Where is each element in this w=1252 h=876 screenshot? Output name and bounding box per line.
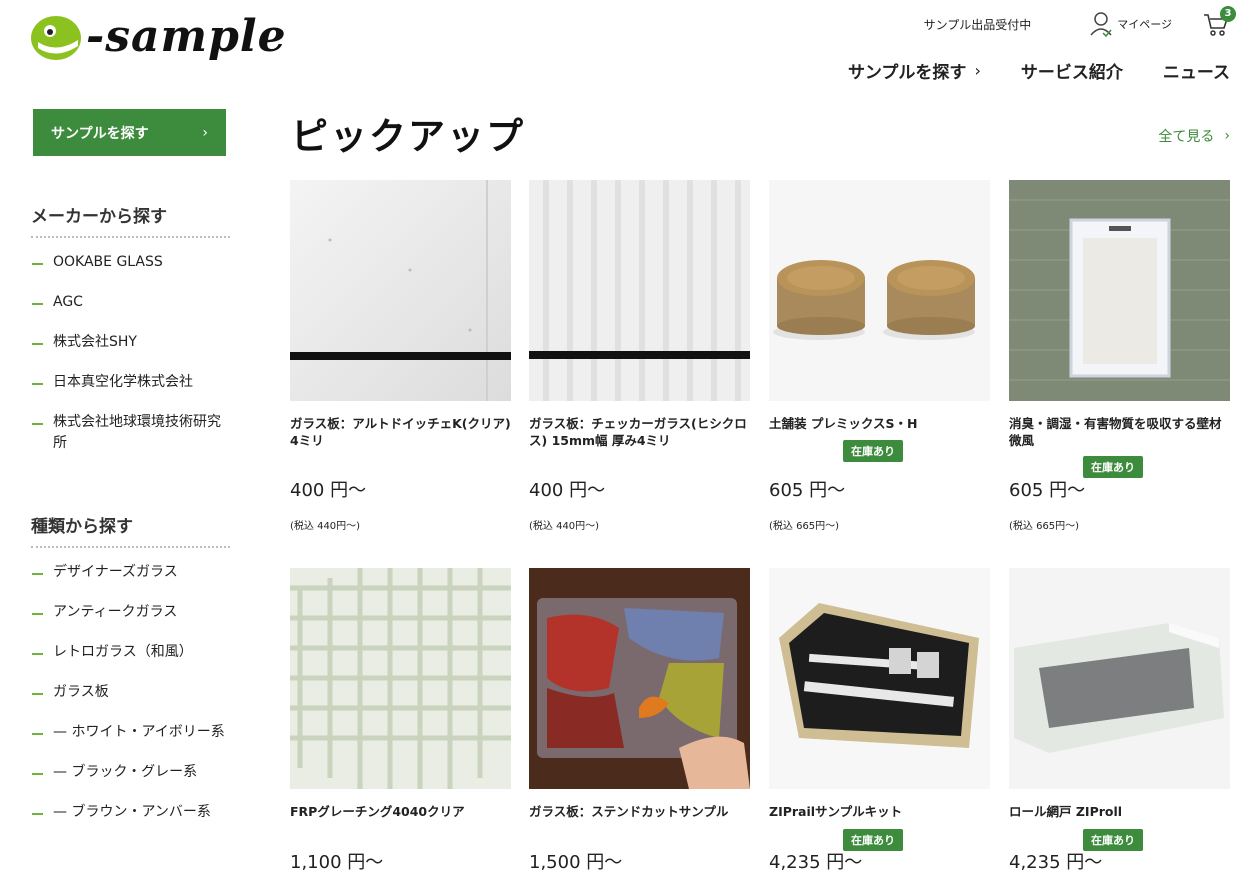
product-name[interactable]: ガラス板：アルトドイッチェK(クリア) 4ミリ bbox=[290, 415, 511, 449]
product-tax-price: (税込 440円〜) bbox=[529, 521, 600, 532]
product-price: 1,500 円〜 bbox=[529, 852, 623, 873]
product-tax-price: (税込 665円〜) bbox=[1009, 521, 1080, 532]
type-list: デザイナーズガラス アンティークガラス レトロガラス（和風） ガラス板 — ホワ… bbox=[31, 562, 230, 823]
mypage-link[interactable]: マイページ bbox=[1089, 11, 1172, 37]
chevron-right-icon: › bbox=[202, 124, 208, 141]
product-price: 400 円〜 bbox=[529, 480, 606, 501]
type-heading: 種類から探す bbox=[31, 512, 230, 548]
type-section: 種類から探す デザイナーズガラス アンティークガラス レトロガラス（和風） ガラ… bbox=[31, 512, 230, 842]
page-title: ピックアップ bbox=[291, 115, 525, 158]
type-item[interactable]: — ブラウン・アンバー系 bbox=[31, 802, 230, 823]
see-all-link[interactable]: 全て見る › bbox=[1158, 126, 1230, 146]
nav-news[interactable]: ニュース bbox=[1163, 58, 1230, 83]
maker-list: OOKABE GLASS AGC 株式会社SHY 日本真空化学株式会社 株式会社… bbox=[31, 252, 230, 454]
product-price: 1,100 円〜 bbox=[290, 852, 384, 873]
product-name[interactable]: FRPグレーチング4040クリア bbox=[290, 803, 511, 837]
sidebar-find-samples-button[interactable]: サンプルを探す › bbox=[33, 109, 226, 156]
cart-button[interactable]: 3 bbox=[1202, 6, 1236, 38]
product-tax-price: (税込 440円〜) bbox=[290, 521, 361, 532]
product-name[interactable]: 消臭・調湿・有害物質を吸収する壁材 微風 bbox=[1009, 415, 1230, 449]
nav-news-label: ニュース bbox=[1162, 63, 1230, 83]
sidebar-button-label: サンプルを探す bbox=[51, 125, 149, 142]
nav-find-samples-label: サンプルを探す bbox=[847, 63, 967, 83]
product-card[interactable]: ガラス板：ステンドカットサンプル 1,500 円〜 bbox=[529, 568, 750, 873]
product-image[interactable] bbox=[1009, 180, 1230, 401]
product-card[interactable]: 土舗装 プレミックスS・H 在庫あり 605 円〜 (税込 665円〜) bbox=[769, 180, 990, 532]
product-image[interactable] bbox=[769, 568, 990, 789]
site-logo[interactable]: -sample bbox=[30, 12, 287, 62]
product-tax-price: (税込 665円〜) bbox=[769, 521, 840, 532]
maker-item[interactable]: 日本真空化学株式会社 bbox=[31, 372, 230, 393]
maker-heading: メーカーから探す bbox=[31, 202, 230, 238]
header-utility: サンプル出品受付中 マイページ 3 bbox=[924, 6, 1236, 38]
product-price: 605 円〜 bbox=[769, 480, 846, 501]
product-image[interactable] bbox=[529, 568, 750, 789]
product-card[interactable]: ガラス板：アルトドイッチェK(クリア) 4ミリ 400 円〜 (税込 440円〜… bbox=[290, 180, 511, 532]
product-price: 400 円〜 bbox=[290, 480, 367, 501]
product-image[interactable] bbox=[1009, 568, 1230, 789]
product-card[interactable]: FRPグレーチング4040クリア 1,100 円〜 bbox=[290, 568, 511, 873]
see-all-label: 全て見る bbox=[1158, 129, 1215, 145]
type-item[interactable]: — ブラック・グレー系 bbox=[31, 762, 230, 783]
sample-accept-link[interactable]: サンプル出品受付中 bbox=[924, 16, 1032, 33]
product-price: 605 円〜 bbox=[1009, 480, 1086, 501]
type-item[interactable]: ガラス板 bbox=[31, 682, 230, 703]
maker-item[interactable]: 株式会社SHY bbox=[31, 332, 230, 353]
product-card[interactable]: ロール網戸 ZIProll 在庫あり 4,235 円〜 bbox=[1009, 568, 1230, 873]
product-card[interactable]: 消臭・調湿・有害物質を吸収する壁材 微風 在庫あり 605 円〜 (税込 665… bbox=[1009, 180, 1230, 532]
product-card[interactable]: ガラス板：チェッカーガラス(ヒシクロス) 15mm幅 厚み4ミリ 400 円〜 … bbox=[529, 180, 750, 532]
product-price: 4,235 円〜 bbox=[769, 852, 863, 873]
product-image[interactable] bbox=[529, 180, 750, 401]
chevron-right-icon: › bbox=[1224, 128, 1230, 144]
product-card[interactable]: ZIPrailサンプルキット 在庫あり 4,235 円〜 bbox=[769, 568, 990, 873]
logo-mark-icon bbox=[30, 12, 84, 62]
type-item[interactable]: レトロガラス（和風） bbox=[31, 642, 230, 663]
in-stock-badge: 在庫あり bbox=[843, 440, 903, 462]
nav-services-label: サービス紹介 bbox=[1020, 63, 1123, 83]
maker-section: メーカーから探す OOKABE GLASS AGC 株式会社SHY 日本真空化学… bbox=[31, 202, 230, 473]
type-item[interactable]: アンティークガラス bbox=[31, 602, 230, 623]
mypage-label: マイページ bbox=[1117, 18, 1172, 31]
user-icon bbox=[1090, 12, 1112, 37]
main-nav: サンプルを探す › サービス紹介 ニュース bbox=[808, 58, 1230, 83]
cart-count-badge: 3 bbox=[1220, 6, 1236, 22]
product-name[interactable]: ガラス板：ステンドカットサンプル bbox=[529, 803, 750, 837]
chevron-right-icon: › bbox=[974, 61, 981, 80]
nav-find-samples[interactable]: サンプルを探す › bbox=[848, 58, 981, 83]
product-name[interactable]: ガラス板：チェッカーガラス(ヒシクロス) 15mm幅 厚み4ミリ bbox=[529, 415, 750, 449]
product-price: 4,235 円〜 bbox=[1009, 852, 1103, 873]
type-item[interactable]: — ホワイト・アイボリー系 bbox=[31, 722, 230, 743]
type-item[interactable]: デザイナーズガラス bbox=[31, 562, 230, 583]
maker-item[interactable]: 株式会社地球環境技術研究所 bbox=[31, 412, 230, 454]
product-image[interactable] bbox=[769, 180, 990, 401]
in-stock-badge: 在庫あり bbox=[1083, 456, 1143, 478]
nav-services[interactable]: サービス紹介 bbox=[1021, 58, 1123, 83]
product-image[interactable] bbox=[290, 568, 511, 789]
maker-item[interactable]: AGC bbox=[31, 292, 230, 313]
logo-text: -sample bbox=[86, 11, 287, 62]
maker-item[interactable]: OOKABE GLASS bbox=[31, 252, 230, 273]
product-image[interactable] bbox=[290, 180, 511, 401]
